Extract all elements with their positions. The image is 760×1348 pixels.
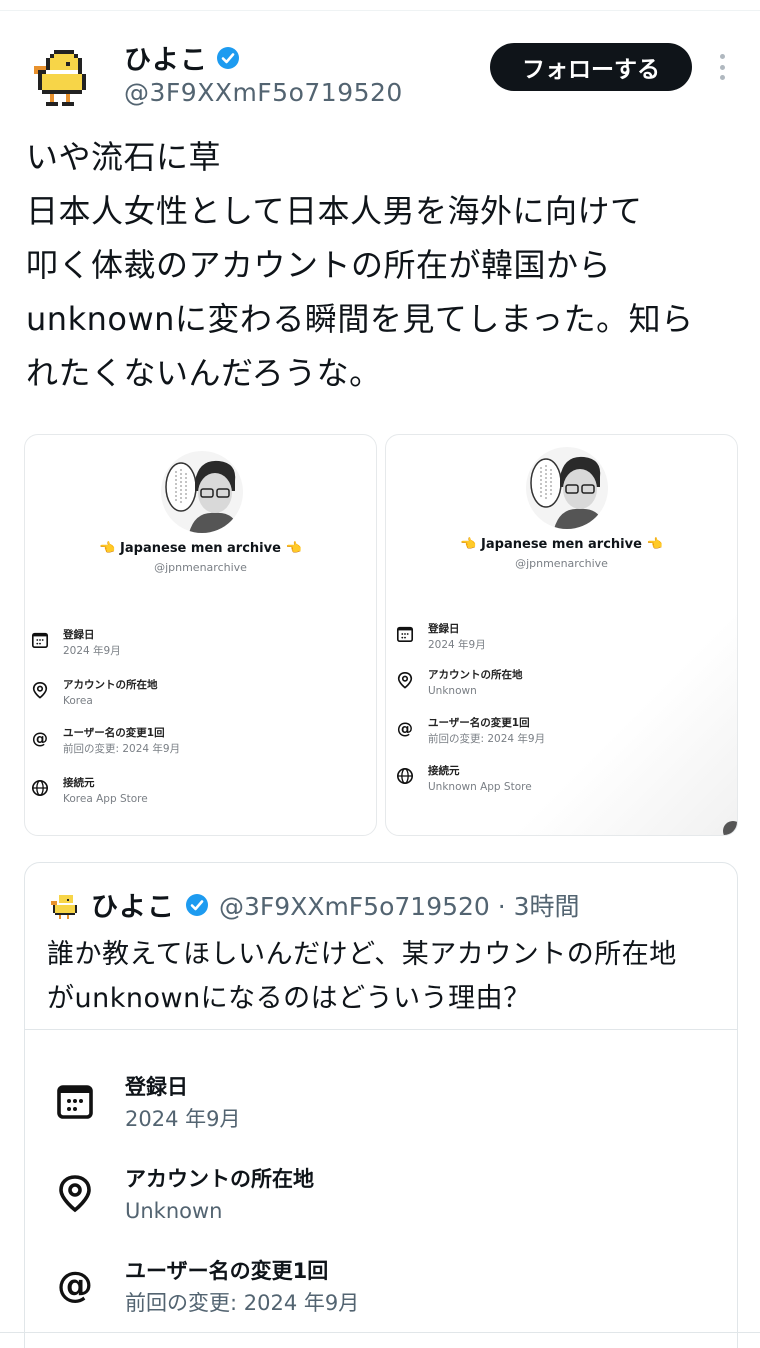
info-value: Korea [63,695,93,707]
quoted-post-header: ひよこ @3F9XXmF5o719520 · 3時間 [49,885,580,924]
info-label: 登録日 [428,623,460,635]
profile-name: 👈 Japanese men archive 👈 [99,541,302,556]
verified-badge-icon [217,46,239,69]
quoted-author-display-name[interactable]: ひよこ [91,885,175,924]
info-label: 登録日 [63,629,95,641]
info-value: 2024 年9月 [63,645,121,657]
info-row-username-changes: @ ユーザー名の変更1回前回の変更: 2024 年9月 [396,715,545,747]
info-label: 登録日 [125,1075,188,1099]
profile-avatar-illustration [526,447,608,529]
quoted-author-avatar-chick-icon[interactable] [49,889,81,921]
svg-text:@: @ [32,729,48,747]
info-label: 接続元 [63,777,95,789]
quoted-post[interactable]: ひよこ @3F9XXmF5o719520 · 3時間 誰か教えてほしいんだけど、… [24,862,738,1348]
info-value: 前回の変更: 2024 年9月 [125,1291,360,1315]
location-pin-icon [32,681,48,699]
author-display-name[interactable]: ひよこ [124,38,208,77]
post-media[interactable]: 👈 Japanese men archive 👈 @jpnmenarchive … [24,434,738,836]
calendar-icon [31,632,49,649]
page-curl-decoration [723,821,737,835]
info-row-location: アカウントの所在地 Unknown [396,667,523,699]
info-value: 2024 年9月 [125,1107,241,1131]
info-row-registered: 登録日 2024 年9月 [31,627,121,659]
info-value: 前回の変更: 2024 年9月 [63,743,181,755]
info-value: 前回の変更: 2024 年9月 [428,733,546,745]
svg-text:@: @ [57,1265,93,1305]
info-label: ユーザー名の変更1回 [428,717,530,729]
at-sign-icon: @ [32,729,48,747]
at-sign-icon: @ [57,1265,93,1305]
svg-text:@: @ [397,719,413,737]
info-label: 接続元 [428,765,460,777]
globe-icon [31,779,49,797]
info-row-connected-via: 接続元 Korea App Store [31,775,148,807]
profile-avatar-illustration [161,451,243,533]
quoted-info-row-location: アカウントの所在地 Unknown [55,1163,314,1227]
info-label: アカウントの所在地 [125,1167,314,1191]
follow-button[interactable]: フォローする [490,43,692,91]
info-value: 2024 年9月 [428,639,486,651]
location-pin-icon [397,671,413,689]
info-row-location: アカウントの所在地 Korea [31,677,158,709]
info-row-connected-via: 接続元 Unknown App Store [396,763,532,795]
quoted-post-text: 誰か教えてほしいんだけど、某アカウントの所在地 がunknownになるのはどうい… [47,939,677,1014]
info-label: アカウントの所在地 [428,669,523,681]
profile-name: 👈 Japanese men archive 👈 [460,537,663,552]
calendar-icon [396,626,414,643]
media-image-right[interactable]: 👈 Japanese men archive 👈 @jpnmenarchive … [385,434,738,836]
info-label: アカウントの所在地 [63,679,158,691]
info-label: ユーザー名の変更1回 [63,727,165,739]
author-avatar-chick-icon[interactable] [30,42,94,106]
info-row-username-changes: @ ユーザー名の変更1回前回の変更: 2024 年9月 [31,725,180,757]
globe-icon [396,767,414,785]
info-value: Unknown [125,1199,223,1223]
info-row-registered: 登録日 2024 年9月 [396,621,486,653]
author-handle[interactable]: @3F9XXmF5o719520 [124,78,403,107]
post-header: ひよこ @3F9XXmF5o719520 フォローする [0,30,760,110]
quoted-post-divider [25,1029,737,1030]
info-value: Unknown [428,685,477,697]
info-value: Unknown App Store [428,781,532,793]
info-value: Korea App Store [63,793,148,805]
profile-handle: @jpnmenarchive [154,561,247,574]
quoted-info-row-username-changes: @ ユーザー名の変更1回前回の変更: 2024 年9月 [55,1255,359,1319]
at-sign-icon: @ [397,719,413,737]
author-name-row: ひよこ [124,38,240,77]
calendar-icon [57,1085,93,1119]
bottom-divider [0,1332,760,1333]
quoted-author-handle-time[interactable]: @3F9XXmF5o719520 · 3時間 [219,887,580,923]
media-image-left[interactable]: 👈 Japanese men archive 👈 @jpnmenarchive … [24,434,377,836]
info-label: ユーザー名の変更1回 [125,1259,329,1283]
more-options-icon[interactable] [708,52,736,82]
post-text: いや流石に草 日本人女性として日本人男を海外に向けて 叩く体裁のアカウントの所在… [26,138,694,392]
verified-badge-icon [186,893,208,916]
quoted-info-row-registered: 登録日 2024 年9月 [55,1071,240,1135]
location-pin-icon [59,1175,91,1213]
top-divider [0,10,760,11]
profile-handle: @jpnmenarchive [515,557,608,570]
